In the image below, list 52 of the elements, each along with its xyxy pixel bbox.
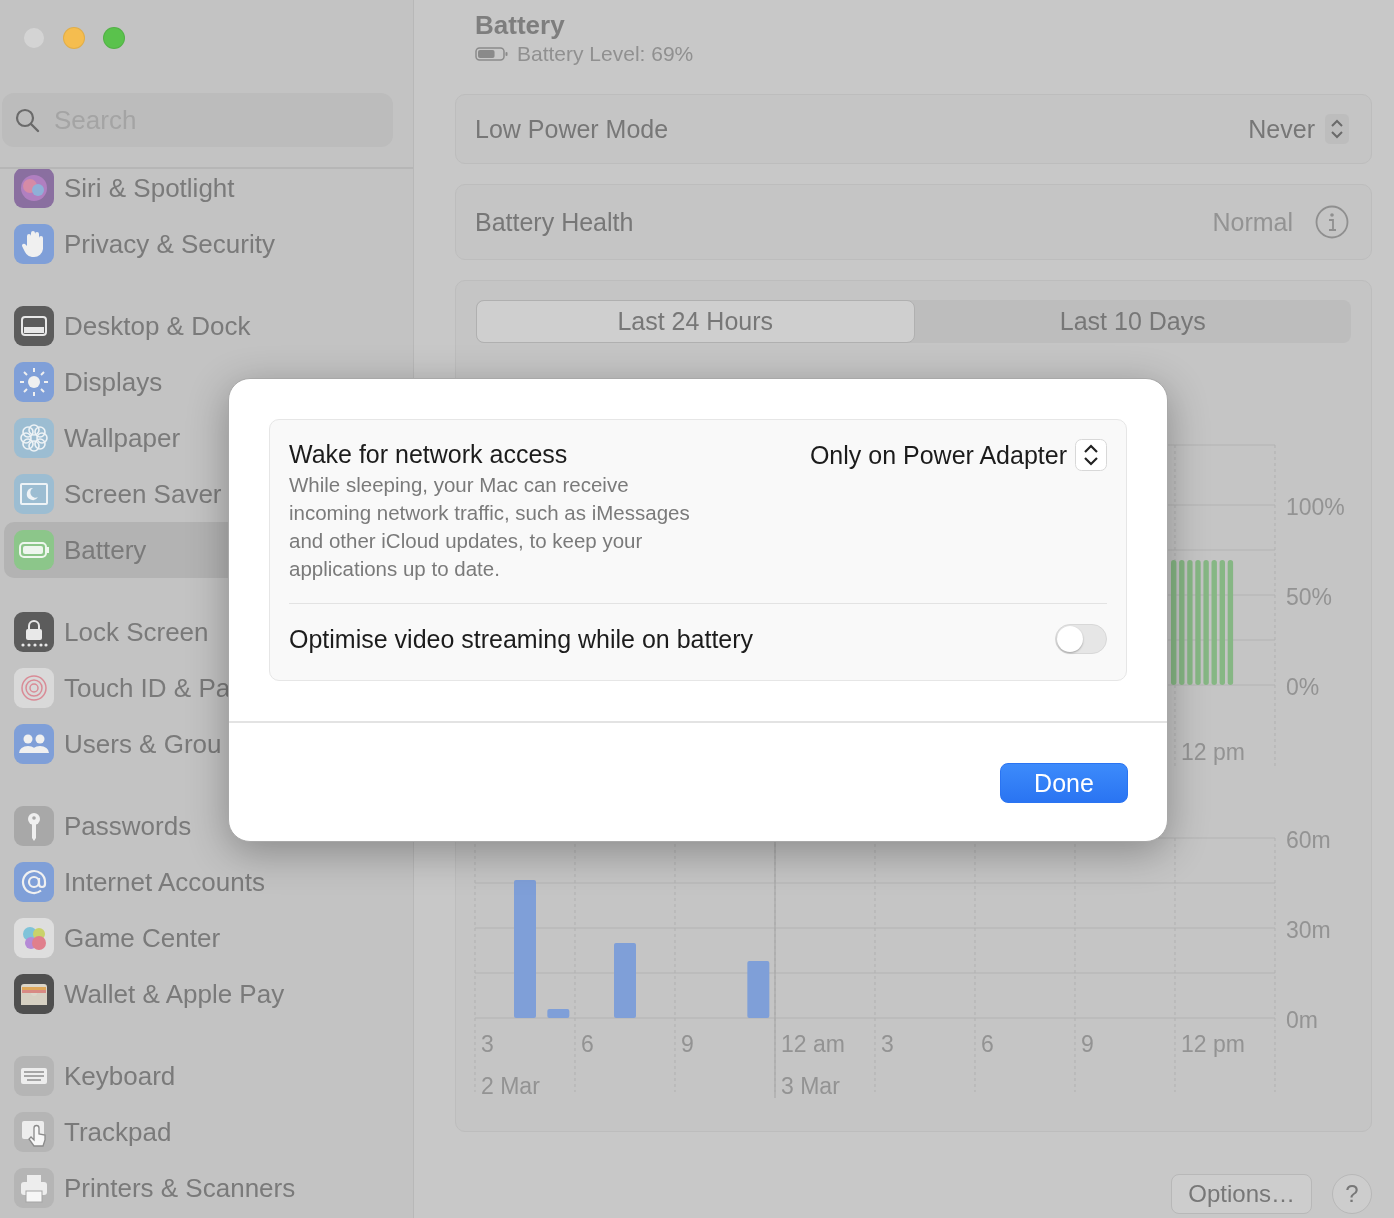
trackpad-icon <box>14 1112 54 1152</box>
sidebar-item[interactable]: Desktop & Dock <box>4 298 409 354</box>
usage-bar <box>747 961 770 1018</box>
dock-icon <box>14 306 54 346</box>
sidebar-item[interactable]: Displays <box>4 354 409 410</box>
wallet-icon <box>14 974 54 1014</box>
sidebar-item[interactable]: Touch ID & Pa <box>4 660 409 716</box>
screen-moon-icon <box>14 474 54 514</box>
sidebar-item[interactable]: Game Center <box>4 910 409 966</box>
at-sign-icon <box>14 862 54 902</box>
colored-bubbles-icon <box>14 918 54 958</box>
lock-icon <box>14 612 54 652</box>
key-icon <box>14 806 54 846</box>
battery-icon <box>14 530 54 570</box>
zoom-button[interactable] <box>103 27 125 49</box>
toggle-switch[interactable] <box>1055 624 1107 654</box>
setting-label: Battery Health <box>475 207 634 237</box>
sidebar-item[interactable]: Privacy & Security <box>4 216 409 272</box>
printer-icon <box>14 1168 54 1208</box>
sidebar-item[interactable]: Users & Grou <box>4 716 409 772</box>
setting-label: Low Power Mode <box>475 114 669 144</box>
help-button[interactable]: ? <box>1332 1174 1372 1214</box>
popup-button[interactable]: Never <box>1248 114 1349 144</box>
sidebar-item[interactable]: Printers & Scanners <box>4 1160 409 1216</box>
period-tab[interactable]: Last 24 Hours <box>476 300 915 343</box>
battery-level-icon <box>475 46 509 62</box>
page-title: Battery <box>475 10 566 40</box>
orb-icon <box>14 169 54 208</box>
people-icon <box>14 724 54 764</box>
options-button[interactable]: Options… <box>1171 1174 1312 1214</box>
hand-icon <box>14 224 54 264</box>
option-title: Optimise video streaming while on battery <box>289 624 754 654</box>
sidebar-item[interactable]: Internet Accounts <box>4 854 409 910</box>
period-tab[interactable]: Last 10 Days <box>914 300 1351 343</box>
flower-icon <box>14 418 54 458</box>
sidebar-item[interactable]: Wallet & Apple Pay <box>4 966 409 1022</box>
info-icon[interactable] <box>1315 205 1349 239</box>
sun-icon <box>14 362 54 402</box>
minimize-button[interactable] <box>63 27 85 49</box>
done-button[interactable]: Done <box>1000 763 1128 803</box>
fingerprint-icon <box>14 668 54 708</box>
popup-button[interactable]: Only on Power Adapter <box>809 439 1107 471</box>
stepper-icon <box>1325 114 1349 144</box>
option-title: Wake for network access <box>289 440 569 469</box>
sidebar-item[interactable]: Trackpad <box>4 1104 409 1160</box>
sidebar-item[interactable]: Keyboard <box>4 1048 409 1104</box>
stepper-icon <box>1075 439 1107 471</box>
keyboard-icon <box>14 1056 54 1096</box>
battery-level-text: Battery Level: 69% <box>517 42 694 66</box>
sidebar-item[interactable]: Siri & Spotlight <box>4 169 409 216</box>
usage-bar <box>547 1009 570 1018</box>
sidebar-item[interactable]: Passwords <box>4 798 409 854</box>
